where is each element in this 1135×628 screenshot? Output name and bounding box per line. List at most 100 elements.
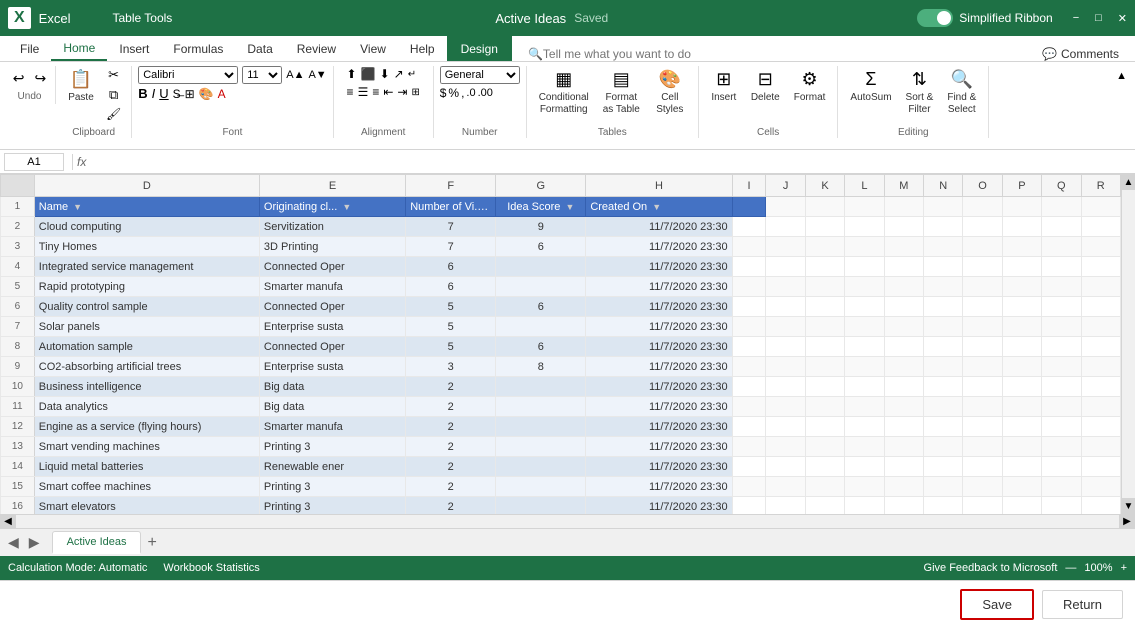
align-middle-button[interactable]: ⬛ <box>360 66 377 82</box>
col-header-h[interactable]: H <box>586 175 732 197</box>
ideascore-cell[interactable]: 6 <box>496 297 586 317</box>
toggle-switch[interactable] <box>917 9 953 27</box>
originating-cell[interactable]: Connected Oper <box>259 257 405 277</box>
fill-color-button[interactable]: 🎨 <box>199 87 214 101</box>
zoom-minus[interactable]: — <box>1065 562 1076 574</box>
createdon-cell[interactable]: 11/7/2020 23:30 <box>586 217 732 237</box>
name-cell[interactable]: Cloud computing <box>34 217 259 237</box>
name-cell[interactable]: CO2-absorbing artificial trees <box>34 357 259 377</box>
numvotes-cell[interactable]: 6 <box>406 277 496 297</box>
createdon-cell[interactable]: 11/7/2020 23:30 <box>586 317 732 337</box>
originating-cell[interactable]: 3D Printing <box>259 237 405 257</box>
workbook-stats[interactable]: Workbook Statistics <box>163 562 259 574</box>
col-header-j[interactable]: J <box>766 175 805 197</box>
name-cell[interactable]: Business intelligence <box>34 377 259 397</box>
originating-cell[interactable]: Enterprise susta <box>259 317 405 337</box>
ideascore-cell[interactable]: 6 <box>496 337 586 357</box>
ideascore-cell[interactable] <box>496 437 586 457</box>
ideascore-cell[interactable] <box>496 377 586 397</box>
createdon-cell[interactable]: 11/7/2020 23:30 <box>586 297 732 317</box>
header-num-votes[interactable]: Number of Vi... ▼ <box>406 197 496 217</box>
createdon-cell[interactable]: 11/7/2020 23:30 <box>586 497 732 515</box>
tell-me-input[interactable] <box>543 47 743 61</box>
name-cell[interactable]: Liquid metal batteries <box>34 457 259 477</box>
table-row[interactable]: 4Integrated service managementConnected … <box>1 257 1121 277</box>
align-center-button[interactable]: ☰ <box>357 84 370 100</box>
scroll-right-button[interactable]: ▶ <box>1119 515 1135 528</box>
comments-button[interactable]: 💬 Comments <box>1034 47 1127 61</box>
numvotes-cell[interactable]: 2 <box>406 377 496 397</box>
createdon-cell[interactable]: 11/7/2020 23:30 <box>586 477 732 497</box>
header-created-on[interactable]: Created On ▼ <box>586 197 732 217</box>
increase-indent-button[interactable]: ⇥ <box>396 84 408 100</box>
originating-cell[interactable]: Smarter manufa <box>259 277 405 297</box>
corner-header[interactable] <box>1 175 35 197</box>
numvotes-cell[interactable]: 2 <box>406 457 496 477</box>
increase-decimal-button[interactable]: .0 <box>466 87 475 99</box>
createdon-cell[interactable]: 11/7/2020 23:30 <box>586 237 732 257</box>
table-row[interactable]: 16Smart elevatorsPrinting 3211/7/2020 23… <box>1 497 1121 515</box>
format-as-table-button[interactable]: ▤ Format as Table <box>597 66 646 118</box>
bold-button[interactable]: B <box>138 86 147 101</box>
name-cell[interactable]: Integrated service management <box>34 257 259 277</box>
name-cell[interactable]: Smart coffee machines <box>34 477 259 497</box>
table-row[interactable]: 3Tiny Homes3D Printing7611/7/2020 23:30 <box>1 237 1121 257</box>
createdon-cell[interactable]: 11/7/2020 23:30 <box>586 357 732 377</box>
name-cell[interactable]: Data analytics <box>34 397 259 417</box>
originating-cell[interactable]: Printing 3 <box>259 497 405 515</box>
numvotes-cell[interactable]: 2 <box>406 417 496 437</box>
copy-button[interactable]: ⧉ <box>102 86 125 104</box>
paste-button[interactable]: 📋 Paste <box>62 66 100 106</box>
minimize-icon[interactable]: − <box>1073 12 1079 24</box>
col-header-o[interactable]: O <box>963 175 1002 197</box>
numvotes-cell[interactable]: 5 <box>406 317 496 337</box>
horizontal-scrollbar[interactable]: ◀ ▶ <box>0 514 1135 528</box>
originating-cell[interactable]: Renewable ener <box>259 457 405 477</box>
col-header-e[interactable]: E <box>259 175 405 197</box>
merge-button[interactable]: ⊞ <box>410 84 420 100</box>
ideascore-cell[interactable] <box>496 477 586 497</box>
originating-cell[interactable]: Enterprise susta <box>259 357 405 377</box>
numvotes-cell[interactable]: 2 <box>406 477 496 497</box>
decrease-decimal-button[interactable]: .00 <box>478 87 493 99</box>
ideascore-cell[interactable] <box>496 397 586 417</box>
col-header-k[interactable]: K <box>805 175 844 197</box>
redo-button[interactable]: ↪ <box>31 68 51 89</box>
originating-cell[interactable]: Connected Oper <box>259 337 405 357</box>
table-row[interactable]: 5Rapid prototypingSmarter manufa611/7/20… <box>1 277 1121 297</box>
ideascore-cell[interactable]: 6 <box>496 237 586 257</box>
cell-reference[interactable]: A1 <box>4 153 64 171</box>
format-button[interactable]: ⚙ Format <box>788 66 832 106</box>
table-row[interactable]: 14Liquid metal batteriesRenewable ener21… <box>1 457 1121 477</box>
name-cell[interactable]: Smart vending machines <box>34 437 259 457</box>
tab-formulas[interactable]: Formulas <box>161 36 235 61</box>
zoom-plus[interactable]: + <box>1121 562 1127 574</box>
increase-font-button[interactable]: A▲ <box>286 69 304 81</box>
percent-button[interactable]: % <box>448 86 459 100</box>
originating-cell[interactable]: Connected Oper <box>259 297 405 317</box>
numvotes-cell[interactable]: 2 <box>406 397 496 417</box>
scroll-up-button[interactable]: ▲ <box>1122 174 1135 190</box>
table-row[interactable]: 11Data analyticsBig data211/7/2020 23:30 <box>1 397 1121 417</box>
tell-me-box[interactable]: 🔍 <box>512 47 1034 61</box>
tab-file[interactable]: File <box>8 36 51 61</box>
col-header-d[interactable]: D <box>34 175 259 197</box>
numvotes-cell[interactable]: 2 <box>406 437 496 457</box>
font-family-select[interactable]: Calibri <box>138 66 238 84</box>
maximize-icon[interactable]: □ <box>1095 12 1102 24</box>
cell-styles-button[interactable]: 🎨 Cell Styles <box>648 66 692 118</box>
insert-button[interactable]: ⊞ Insert <box>705 66 743 106</box>
ideascore-cell[interactable]: 9 <box>496 217 586 237</box>
table-row[interactable]: 15Smart coffee machinesPrinting 3211/7/2… <box>1 477 1121 497</box>
cut-button[interactable]: ✂ <box>102 66 125 84</box>
createdon-cell[interactable]: 11/7/2020 23:30 <box>586 377 732 397</box>
createdon-cell[interactable]: 11/7/2020 23:30 <box>586 437 732 457</box>
scroll-track[interactable] <box>1122 190 1135 498</box>
ideascore-cell[interactable] <box>496 257 586 277</box>
name-cell[interactable]: Tiny Homes <box>34 237 259 257</box>
autosum-button[interactable]: Σ AutoSum <box>844 66 897 106</box>
numvotes-cell[interactable]: 6 <box>406 257 496 277</box>
tab-insert[interactable]: Insert <box>107 36 161 61</box>
originating-cell[interactable]: Printing 3 <box>259 477 405 497</box>
vertical-scrollbar[interactable]: ▲ ▼ <box>1121 174 1135 514</box>
